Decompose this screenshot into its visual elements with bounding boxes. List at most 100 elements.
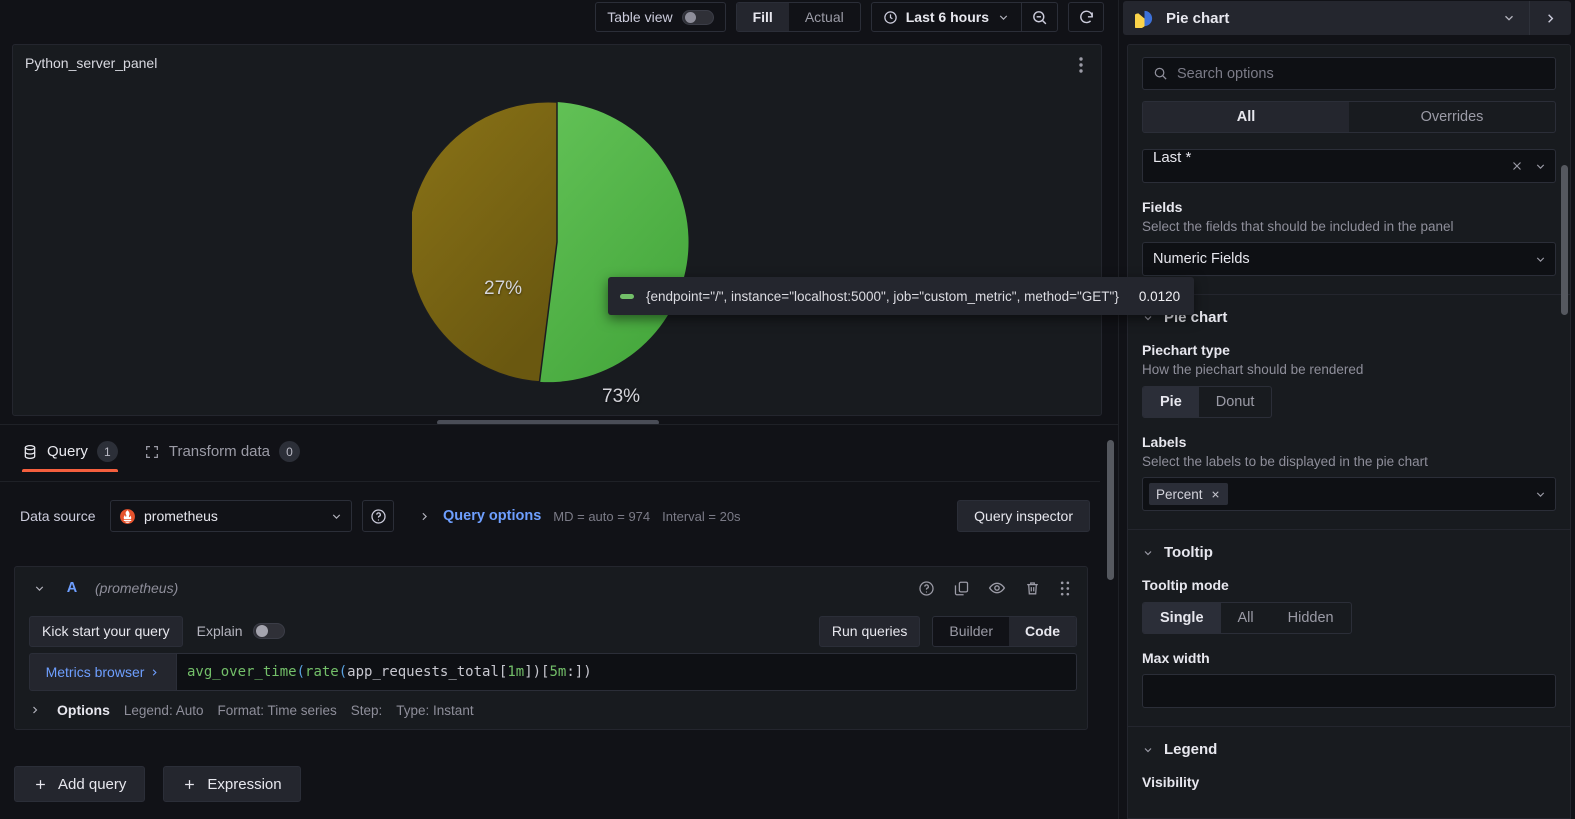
options-filter-tabs[interactable]: All Overrides bbox=[1142, 101, 1556, 133]
query-options-row[interactable]: Options Legend: Auto Format: Time series… bbox=[15, 691, 1087, 729]
panel-menu-icon[interactable] bbox=[1069, 53, 1093, 77]
pie-slice-label-0: 73% bbox=[602, 386, 641, 407]
editor-tabs: Query 1 Transform data 0 bbox=[22, 441, 301, 472]
close-icon[interactable] bbox=[1510, 159, 1524, 173]
query-inspector-button[interactable]: Query inspector bbox=[957, 500, 1090, 532]
chevron-down-icon bbox=[997, 11, 1010, 24]
code-option[interactable]: Code bbox=[1009, 616, 1076, 646]
datasource-help-button[interactable] bbox=[362, 500, 394, 532]
chevron-down-icon[interactable] bbox=[29, 582, 49, 595]
run-queries-button[interactable]: Run queries bbox=[818, 615, 921, 647]
chevron-down-icon[interactable] bbox=[1489, 11, 1529, 25]
piechart-type-radio-group[interactable]: Pie Donut bbox=[1142, 386, 1273, 418]
query-row-header: A (prometheus) bbox=[15, 567, 1087, 609]
panel-editor: Table view Fill Actual Last 6 hours Pyth… bbox=[0, 0, 1575, 819]
labels-description: Select the labels to be displayed in the… bbox=[1142, 454, 1428, 469]
query-toolbar: Data source prometheus Query options MD … bbox=[12, 495, 1090, 537]
explain-switch[interactable] bbox=[252, 623, 285, 639]
drag-grip-icon[interactable] bbox=[1059, 580, 1071, 597]
query-code-row: Metrics browser avg_over_time(rate(app_r… bbox=[15, 653, 1087, 691]
builder-option[interactable]: Builder bbox=[933, 617, 1009, 646]
piechart-type-donut[interactable]: Donut bbox=[1199, 387, 1272, 417]
fill-option[interactable]: Fill bbox=[736, 3, 789, 31]
data-source-select[interactable]: prometheus bbox=[110, 500, 352, 532]
table-view-label: Table view bbox=[607, 9, 673, 25]
actual-option[interactable]: Actual bbox=[789, 3, 860, 31]
piechart-type-description: How the piechart should be rendered bbox=[1142, 362, 1364, 377]
add-expression-label: Expression bbox=[207, 775, 282, 793]
piechart-type-pie[interactable]: Pie bbox=[1143, 387, 1199, 417]
refresh-button[interactable] bbox=[1068, 2, 1104, 32]
help-circle-icon[interactable] bbox=[918, 580, 935, 597]
visualization-name: Pie chart bbox=[1166, 9, 1230, 27]
label-tag-percent[interactable]: Percent bbox=[1149, 483, 1228, 505]
tooltip-mode-radio-group[interactable]: Single All Hidden bbox=[1142, 602, 1352, 634]
collapse-options-button[interactable] bbox=[1529, 1, 1571, 35]
section-legend-title: Legend bbox=[1164, 741, 1218, 758]
time-range-picker[interactable]: Last 6 hours bbox=[870, 2, 1058, 32]
query-options-label[interactable]: Query options bbox=[443, 508, 541, 524]
section-pie-chart[interactable]: Pie chart bbox=[1142, 295, 1556, 326]
section-tooltip-title: Tooltip bbox=[1164, 544, 1213, 561]
tab-overrides[interactable]: Overrides bbox=[1349, 102, 1555, 132]
divider bbox=[0, 481, 1100, 482]
pie-slice-green[interactable] bbox=[539, 102, 689, 383]
data-source-label: Data source bbox=[20, 508, 96, 524]
zoom-out-button[interactable] bbox=[1021, 3, 1057, 31]
max-width-input[interactable] bbox=[1142, 674, 1556, 708]
duplicate-icon[interactable] bbox=[953, 580, 970, 597]
query-ref-id[interactable]: A bbox=[49, 580, 95, 596]
calculation-select[interactable]: Last * bbox=[1142, 149, 1556, 183]
pie-chart-icon bbox=[1135, 9, 1154, 28]
kick-start-query-button[interactable]: Kick start your query bbox=[29, 615, 183, 647]
metrics-browser-button[interactable]: Metrics browser bbox=[29, 653, 177, 691]
explain-label: Explain bbox=[196, 623, 243, 639]
chevron-down-icon[interactable] bbox=[1534, 160, 1547, 173]
table-view-switch[interactable] bbox=[681, 9, 714, 25]
metrics-browser-label: Metrics browser bbox=[45, 664, 145, 680]
tab-active-indicator bbox=[22, 469, 118, 472]
add-query-button[interactable]: Add query bbox=[14, 766, 146, 802]
tab-query[interactable]: Query 1 bbox=[22, 441, 118, 472]
pie-slice-yellow[interactable] bbox=[412, 100, 558, 383]
editor-scrollbar[interactable] bbox=[1107, 440, 1114, 580]
labels-select[interactable]: Percent bbox=[1142, 477, 1556, 511]
fields-select[interactable]: Numeric Fields bbox=[1142, 242, 1556, 276]
interval: Interval = 20s bbox=[662, 508, 741, 524]
eye-icon[interactable] bbox=[988, 579, 1006, 597]
time-range-main[interactable]: Last 6 hours bbox=[872, 3, 1021, 31]
search-options-input[interactable]: Search options bbox=[1142, 57, 1556, 90]
pie-chart-svg[interactable] bbox=[412, 97, 702, 387]
fill-actual-segment[interactable]: Fill Actual bbox=[735, 2, 861, 32]
add-expression-button[interactable]: Expression bbox=[163, 766, 301, 802]
search-placeholder: Search options bbox=[1177, 65, 1274, 82]
tab-transform-data[interactable]: Transform data 0 bbox=[144, 441, 301, 472]
tooltip-mode-all[interactable]: All bbox=[1221, 603, 1271, 633]
pie-chart[interactable]: 27% 73% bbox=[13, 75, 1101, 409]
max-data-points: MD = auto = 974 bbox=[553, 508, 651, 524]
calculation-actions bbox=[1510, 159, 1547, 173]
query-legend: Legend: Auto bbox=[123, 702, 204, 718]
tooltip-mode-single[interactable]: Single bbox=[1143, 603, 1221, 633]
promql-code-input[interactable]: avg_over_time(rate(app_requests_total[1m… bbox=[177, 653, 1077, 691]
table-view-toggle[interactable]: Table view bbox=[595, 2, 726, 32]
chevron-right-icon bbox=[149, 667, 160, 678]
visualization-picker[interactable]: Pie chart bbox=[1123, 1, 1571, 35]
explain-toggle[interactable]: Explain bbox=[197, 623, 285, 639]
fields-label: Fields bbox=[1142, 199, 1183, 215]
section-legend[interactable]: Legend bbox=[1142, 727, 1556, 758]
chevron-down-icon bbox=[1534, 488, 1547, 501]
builder-code-segment[interactable]: Builder Code bbox=[932, 615, 1077, 647]
tab-transform-label: Transform data bbox=[168, 443, 271, 460]
tab-all[interactable]: All bbox=[1143, 102, 1349, 132]
clock-icon bbox=[883, 10, 898, 25]
tooltip-mode-hidden[interactable]: Hidden bbox=[1271, 603, 1351, 633]
query-datasource-name: (prometheus) bbox=[95, 580, 179, 596]
close-icon[interactable] bbox=[1210, 489, 1221, 500]
add-query-label: Add query bbox=[58, 775, 127, 793]
trash-icon[interactable] bbox=[1024, 580, 1041, 597]
query-options-group[interactable]: Query options MD = auto = 974 Interval =… bbox=[418, 508, 947, 524]
chevron-down-icon bbox=[330, 510, 343, 523]
options-scrollbar[interactable] bbox=[1561, 165, 1568, 315]
section-tooltip[interactable]: Tooltip bbox=[1142, 530, 1556, 561]
